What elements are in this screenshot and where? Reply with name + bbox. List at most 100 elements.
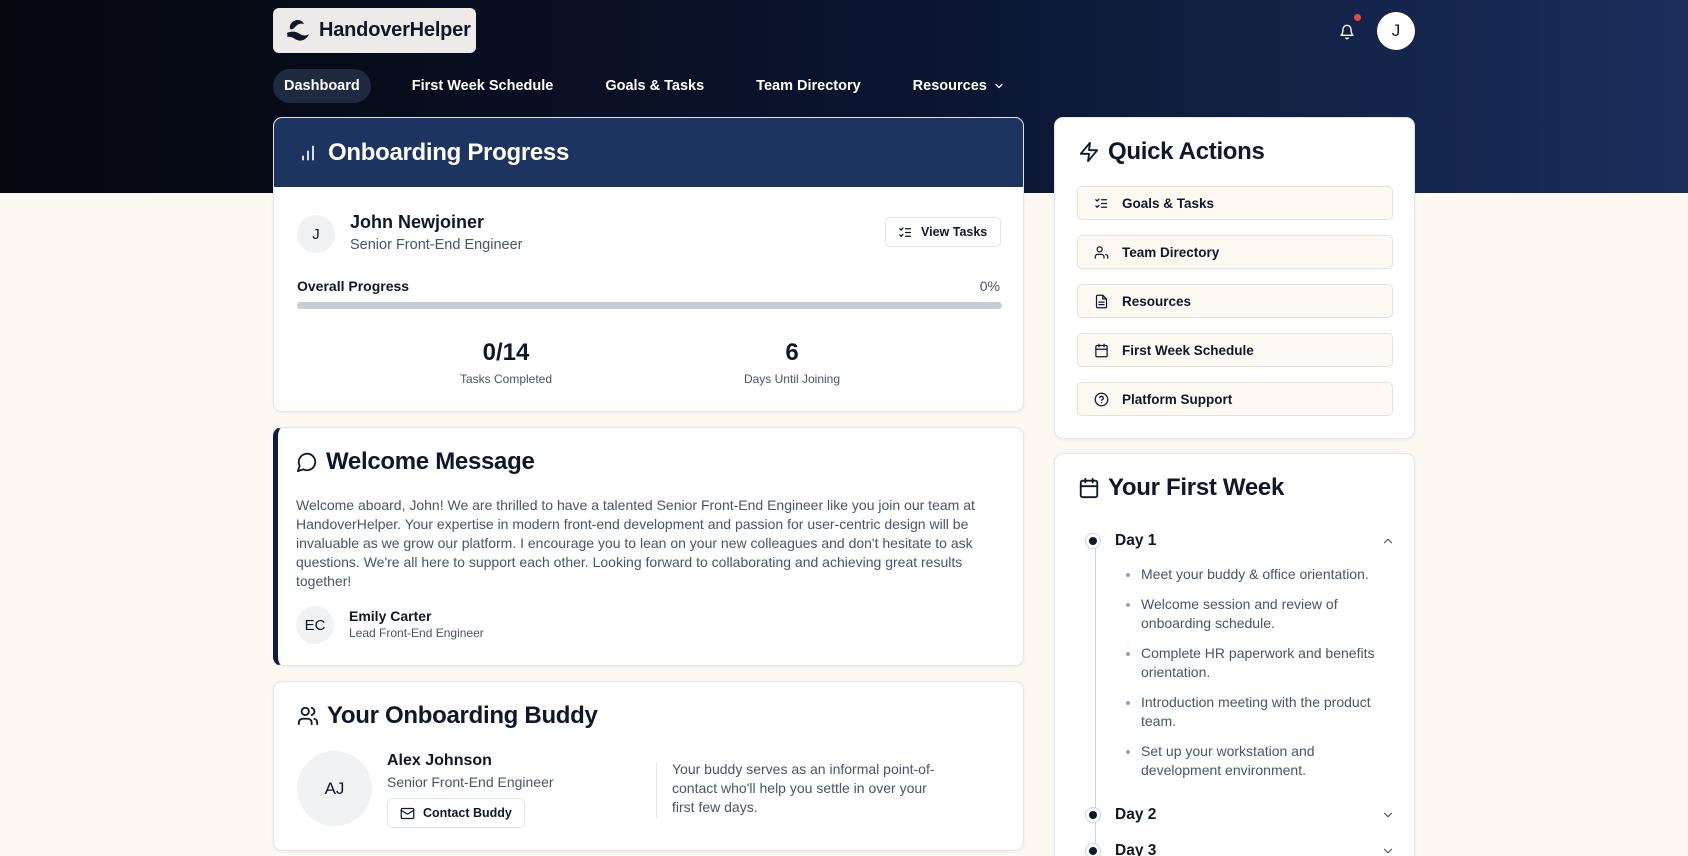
day-2-toggle[interactable]: Day 2 <box>1085 803 1395 827</box>
logo[interactable]: HandoverHelper <box>273 8 476 53</box>
user-name: John Newjoiner <box>350 212 485 232</box>
author-role: Lead Front-End Engineer <box>349 626 484 640</box>
contact-buddy-button[interactable]: Contact Buddy <box>387 798 525 828</box>
list-checks-icon <box>1095 198 1108 208</box>
nav-dashboard[interactable]: Dashboard <box>273 69 371 103</box>
help-circle-icon <box>1094 392 1109 406</box>
author-name: Emily Carter <box>349 608 432 624</box>
top-bar: HandoverHelper J <box>273 8 1415 54</box>
chevron-up-icon <box>1383 538 1393 544</box>
buddy-avatar: AJ <box>297 751 372 826</box>
bell-icon <box>1340 24 1354 40</box>
chevron-down-icon <box>1383 848 1393 854</box>
onboarding-progress-card: Onboarding Progress J John Newjoiner Sen… <box>273 117 1024 412</box>
nav-first-week-schedule[interactable]: First Week Schedule <box>401 69 565 103</box>
onboarding-buddy-card: Your Onboarding Buddy AJ Alex Johnson Se… <box>273 681 1024 851</box>
nav-label: First Week Schedule <box>411 78 554 94</box>
nav-label: Goals & Tasks <box>605 78 705 94</box>
nav-label: Team Directory <box>756 78 861 94</box>
list-item: Introduction meeting with the product te… <box>1126 693 1381 731</box>
quick-action-label: Platform Support <box>1122 391 1233 407</box>
calendar-icon <box>1079 477 1099 499</box>
app-name: HandoverHelper <box>319 19 471 41</box>
quick-action-platform-support[interactable]: Platform Support <box>1077 382 1393 416</box>
users-icon <box>1094 245 1109 259</box>
tasks-completed-label: Tasks Completed <box>459 372 553 386</box>
welcome-title: Welcome Message <box>326 448 535 475</box>
day-1-toggle[interactable]: Day 1 <box>1085 529 1395 553</box>
days-until-value: 6 <box>785 339 799 366</box>
quick-action-label: Resources <box>1122 293 1192 309</box>
quick-action-resources[interactable]: Resources <box>1077 284 1393 318</box>
day-label: Day 3 <box>1115 842 1157 856</box>
stat-tasks-completed: 0/14 Tasks Completed <box>436 339 576 386</box>
nav-team-directory[interactable]: Team Directory <box>745 69 872 103</box>
overall-progress-bar <box>297 302 1002 309</box>
chevron-down-icon <box>1383 812 1393 818</box>
nav-label: Dashboard <box>284 78 360 94</box>
overall-progress-percent: 0% <box>979 278 1000 294</box>
chevron-down-icon <box>995 83 1003 89</box>
author-avatar: EC <box>296 606 334 644</box>
quick-actions-card: Quick Actions Goals & Tasks Team Directo… <box>1054 117 1415 439</box>
days-until-label: Days Until Joining <box>743 372 841 386</box>
day-1-items: Meet your buddy & office orientation. We… <box>1126 565 1381 791</box>
quick-action-first-week-schedule[interactable]: First Week Schedule <box>1077 333 1393 367</box>
quick-action-goals-tasks[interactable]: Goals & Tasks <box>1077 186 1393 220</box>
first-week-title: Your First Week <box>1108 474 1284 501</box>
zap-icon <box>1079 141 1099 163</box>
stat-days-until-joining: 6 Days Until Joining <box>722 339 862 386</box>
nav-resources[interactable]: Resources <box>902 69 1016 103</box>
tasks-completed-value: 0/14 <box>482 339 530 366</box>
message-circle-icon <box>296 452 317 473</box>
quick-action-team-directory[interactable]: Team Directory <box>1077 235 1393 269</box>
user-avatar[interactable]: J <box>1377 12 1415 50</box>
list-item: Welcome session and review of onboarding… <box>1126 595 1381 633</box>
timeline-dot <box>1085 807 1101 823</box>
buddy-header: Your Onboarding Buddy <box>297 702 598 730</box>
logo-mark-icon <box>287 19 309 41</box>
quick-actions-header: Quick Actions <box>1078 138 1265 166</box>
progress-card-header: Onboarding Progress <box>274 118 1023 187</box>
main-nav: Dashboard First Week Schedule Goals & Ta… <box>273 69 1046 103</box>
buddy-role: Senior Front-End Engineer <box>387 774 554 790</box>
quick-action-label: First Week Schedule <box>1122 342 1254 358</box>
buddy-name: Alex Johnson <box>387 752 492 769</box>
view-tasks-label: View Tasks <box>921 225 988 239</box>
quick-action-label: Goals & Tasks <box>1122 195 1215 211</box>
list-item: Meet your buddy & office orientation. <box>1126 565 1381 584</box>
user-avatar-small: J <box>297 215 335 253</box>
first-week-header: Your First Week <box>1078 474 1284 502</box>
welcome-message-card: Welcome Message Welcome aboard, John! We… <box>273 427 1024 666</box>
buddy-divider <box>656 762 657 818</box>
quick-action-label: Team Directory <box>1122 244 1220 260</box>
day-3-toggle[interactable]: Day 3 <box>1085 839 1395 856</box>
users-icon <box>297 706 319 726</box>
timeline-dot <box>1085 533 1101 549</box>
file-icon <box>1095 294 1108 308</box>
first-week-card: Your First Week Day 1 Meet your buddy & … <box>1054 453 1415 856</box>
day-label: Day 2 <box>1115 806 1157 823</box>
bar-chart-icon <box>302 145 314 160</box>
quick-actions-title: Quick Actions <box>1108 138 1265 165</box>
welcome-header: Welcome Message <box>296 448 535 476</box>
day-label: Day 1 <box>1115 532 1157 549</box>
nav-goals-tasks[interactable]: Goals & Tasks <box>594 69 715 103</box>
calendar-icon <box>1095 343 1108 357</box>
overall-progress-label: Overall Progress <box>297 278 410 294</box>
contact-buddy-label: Contact Buddy <box>423 806 512 820</box>
mail-icon <box>400 807 415 819</box>
notifications-button[interactable] <box>1335 20 1359 44</box>
progress-title: Onboarding Progress <box>328 138 570 166</box>
user-role: Senior Front-End Engineer <box>350 237 523 253</box>
list-item: Complete HR paperwork and benefits orien… <box>1126 644 1381 682</box>
welcome-body: Welcome aboard, John! We are thrilled to… <box>296 497 975 589</box>
list-item: Set up your workstation and development … <box>1126 742 1381 780</box>
nav-label: Resources <box>912 78 987 94</box>
notification-badge <box>1354 14 1361 21</box>
buddy-note: Your buddy serves as an informal point-o… <box>672 761 935 815</box>
buddy-title: Your Onboarding Buddy <box>327 702 598 729</box>
view-tasks-button[interactable]: View Tasks <box>885 217 1001 247</box>
timeline-dot <box>1085 843 1101 856</box>
list-checks-icon <box>899 227 912 237</box>
